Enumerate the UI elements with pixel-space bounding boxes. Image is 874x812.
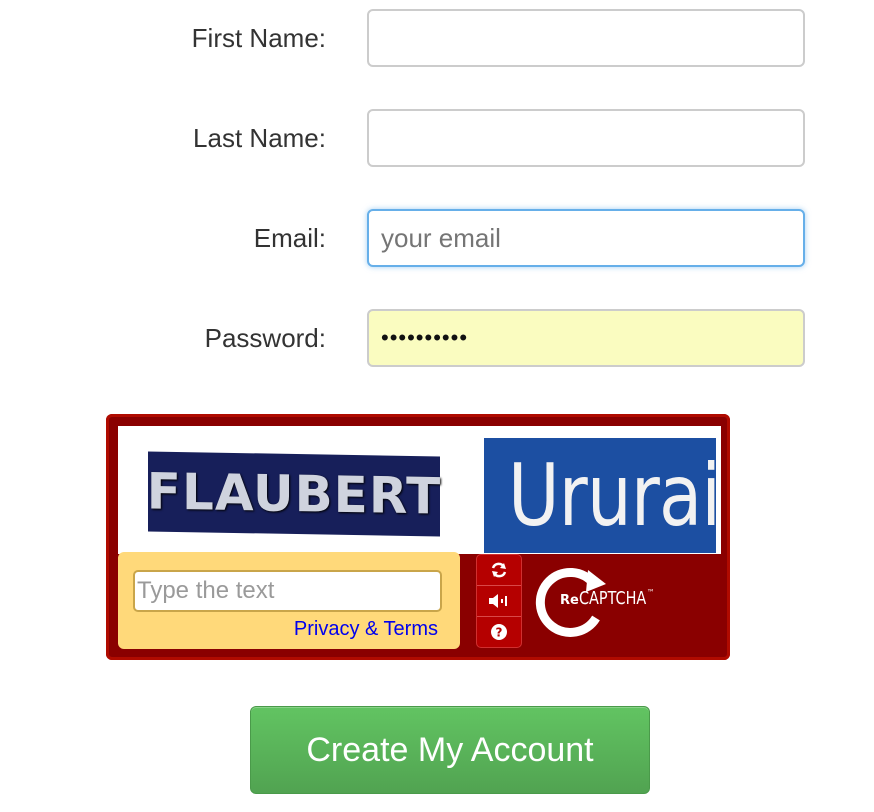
recaptcha-widget: FLAUBERT Ururai Privacy & Terms [106, 414, 730, 660]
email-label: Email: [253, 223, 326, 253]
first-name-label: First Name: [191, 23, 326, 53]
captcha-response-input[interactable] [133, 570, 442, 612]
create-account-button[interactable]: Create My Account [250, 706, 650, 794]
captcha-word-1: FLAUBERT [147, 451, 441, 537]
svg-text:?: ? [496, 626, 503, 640]
recaptcha-logo-text: ReCAPTCHA™ [560, 588, 655, 609]
captcha-controls: ? [476, 554, 522, 648]
password-input[interactable]: •••••••••• [367, 309, 805, 367]
recaptcha-logo: ReCAPTCHA™ [534, 562, 684, 642]
last-name-input[interactable] [367, 109, 805, 167]
audio-icon[interactable] [477, 586, 521, 617]
email-input[interactable] [367, 209, 805, 267]
password-mask: •••••••••• [381, 325, 469, 350]
password-label: Password: [204, 323, 326, 353]
captcha-input-panel: Privacy & Terms [118, 552, 460, 649]
last-name-label: Last Name: [193, 123, 326, 153]
captcha-privacy-link[interactable]: Privacy & Terms [294, 618, 438, 641]
captcha-word-2: Ururai [484, 438, 716, 553]
captcha-image: FLAUBERT Ururai [118, 426, 721, 554]
refresh-icon[interactable] [477, 555, 521, 586]
first-name-input[interactable] [367, 9, 805, 67]
help-icon[interactable]: ? [477, 617, 521, 647]
